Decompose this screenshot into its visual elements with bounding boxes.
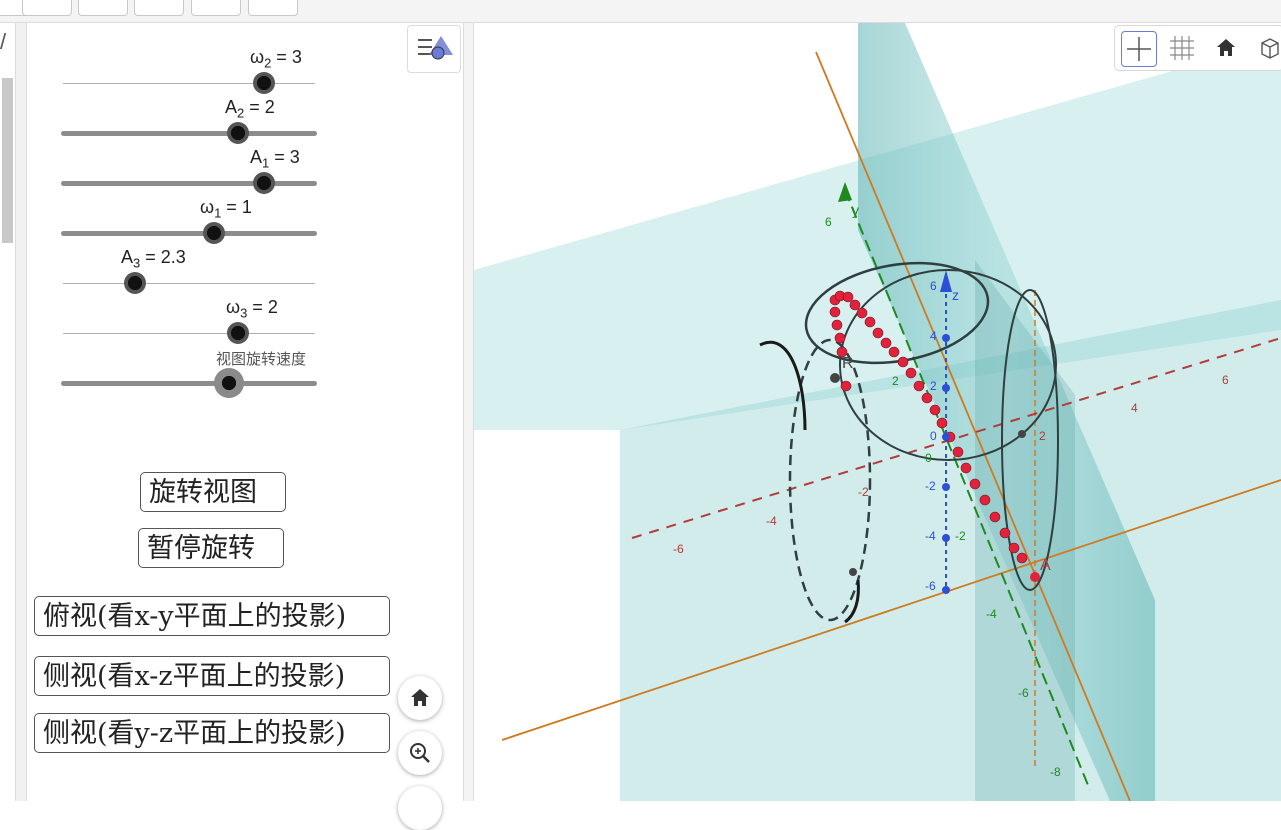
scene-3d: R A y z -6 -4 -2 2 4 6 6 2 0 -2 -4 -6 -8… (474, 23, 1281, 801)
cube-icon (1261, 38, 1279, 59)
point-a[interactable] (1030, 572, 1040, 582)
toolbar-button[interactable] (78, 0, 128, 16)
toolbar-button[interactable] (134, 0, 184, 16)
z-tick: 2 (930, 379, 937, 393)
z-tick: -2 (925, 479, 936, 493)
style-bar-icon (418, 36, 453, 60)
slider-omega1-track[interactable] (61, 231, 317, 236)
slider-a3-label: A3 = 2.3 (121, 247, 186, 271)
axes-toggle-button[interactable] (1121, 31, 1157, 67)
toolbar (0, 0, 1281, 23)
toolbar-button[interactable] (22, 0, 72, 16)
home-button[interactable] (398, 676, 442, 720)
z-tick: -4 (925, 529, 936, 543)
top-view-button[interactable]: 俯视(看x-y平面上的投影) (34, 596, 390, 636)
slider-omega2-label: ω2 = 3 (250, 47, 302, 71)
slider-a3-track[interactable] (63, 283, 315, 284)
pause-rotation-button[interactable]: 暂停旋转 (138, 528, 284, 568)
slider-omega3-knob[interactable] (227, 322, 249, 344)
slider-omega3-label: ω3 = 2 (226, 297, 278, 321)
x-tick: 4 (1131, 401, 1138, 415)
slider-a2-track[interactable] (61, 131, 317, 136)
x-tick: -6 (673, 542, 684, 556)
toolbar-button[interactable] (191, 0, 241, 16)
y-tick: 2 (892, 374, 899, 388)
grid-toggle-button[interactable] (1165, 31, 1201, 67)
view-3d-toolbar (1114, 25, 1281, 71)
grid-icon (1170, 36, 1194, 60)
x-tick: -4 (766, 514, 777, 528)
x-tick: 2 (1039, 429, 1046, 443)
slider-a2-knob[interactable] (227, 122, 249, 144)
home-view-button[interactable] (1209, 31, 1245, 67)
z-tick: 0 (930, 429, 937, 443)
slider-omega3-track[interactable] (63, 333, 315, 334)
y-tick: -6 (1018, 686, 1029, 700)
graphics-3d-view[interactable]: R A y z -6 -4 -2 2 4 6 6 2 0 -2 -4 -6 -8… (474, 23, 1281, 801)
y-tick: -2 (955, 529, 966, 543)
slider-a1-track[interactable] (61, 181, 317, 186)
z-tick: -6 (925, 579, 936, 593)
label-a: A (1040, 557, 1051, 574)
home-icon (1217, 39, 1235, 56)
style-bar-button[interactable] (407, 25, 461, 73)
point-r[interactable] (830, 373, 840, 383)
rotate-view-button[interactable]: 旋转视图 (140, 472, 286, 512)
axes-icon (1127, 37, 1151, 61)
y-tick: -4 (986, 607, 997, 621)
slider-omega1-knob[interactable] (203, 222, 225, 244)
slider-omega1-label: ω1 = 1 (200, 197, 252, 221)
label-r: R (842, 355, 854, 372)
algebra-scrollbar[interactable] (2, 78, 13, 243)
x-tick: 6 (1222, 373, 1229, 387)
rotation-speed-label: 视图旋转速度 (216, 350, 307, 368)
y-tick: 0 (925, 451, 932, 465)
toolbar-button[interactable] (248, 0, 298, 16)
point-small[interactable] (849, 568, 857, 576)
z-axis-label: z (952, 287, 959, 303)
rotation-speed-track[interactable] (61, 381, 317, 386)
algebra-view-strip: / (0, 23, 16, 801)
side-view-xz-button[interactable]: 侧视(看x-z平面上的投影) (34, 656, 390, 696)
panel-divider[interactable] (463, 23, 474, 801)
slider-omega2-knob[interactable] (253, 72, 275, 94)
y-tick: -8 (1050, 765, 1061, 779)
zoom-out-button[interactable] (398, 786, 442, 830)
point-small-2[interactable] (1018, 430, 1026, 438)
x-tick: -2 (858, 485, 869, 499)
zoom-in-icon (410, 743, 430, 763)
rotation-speed-knob[interactable] (214, 368, 244, 398)
algebra-toggle-icon[interactable]: / (0, 29, 6, 55)
slider-omega2-track[interactable] (63, 83, 315, 84)
panel-gap (16, 23, 27, 801)
slider-a2-label: A2 = 2 (225, 97, 275, 121)
slider-a3-knob[interactable] (124, 272, 146, 294)
zoom-in-button[interactable] (398, 731, 442, 775)
y-tick: 6 (825, 215, 832, 229)
home-icon (411, 689, 429, 706)
slider-a1-label: A1 = 3 (250, 147, 300, 171)
y-axis-label: y (852, 202, 859, 218)
slider-a1-knob[interactable] (253, 172, 275, 194)
z-tick: 4 (930, 329, 937, 343)
z-tick: 6 (930, 279, 937, 293)
side-view-yz-button[interactable]: 侧视(看y-z平面上的投影) (34, 713, 390, 753)
view-cube-button[interactable] (1253, 31, 1281, 67)
